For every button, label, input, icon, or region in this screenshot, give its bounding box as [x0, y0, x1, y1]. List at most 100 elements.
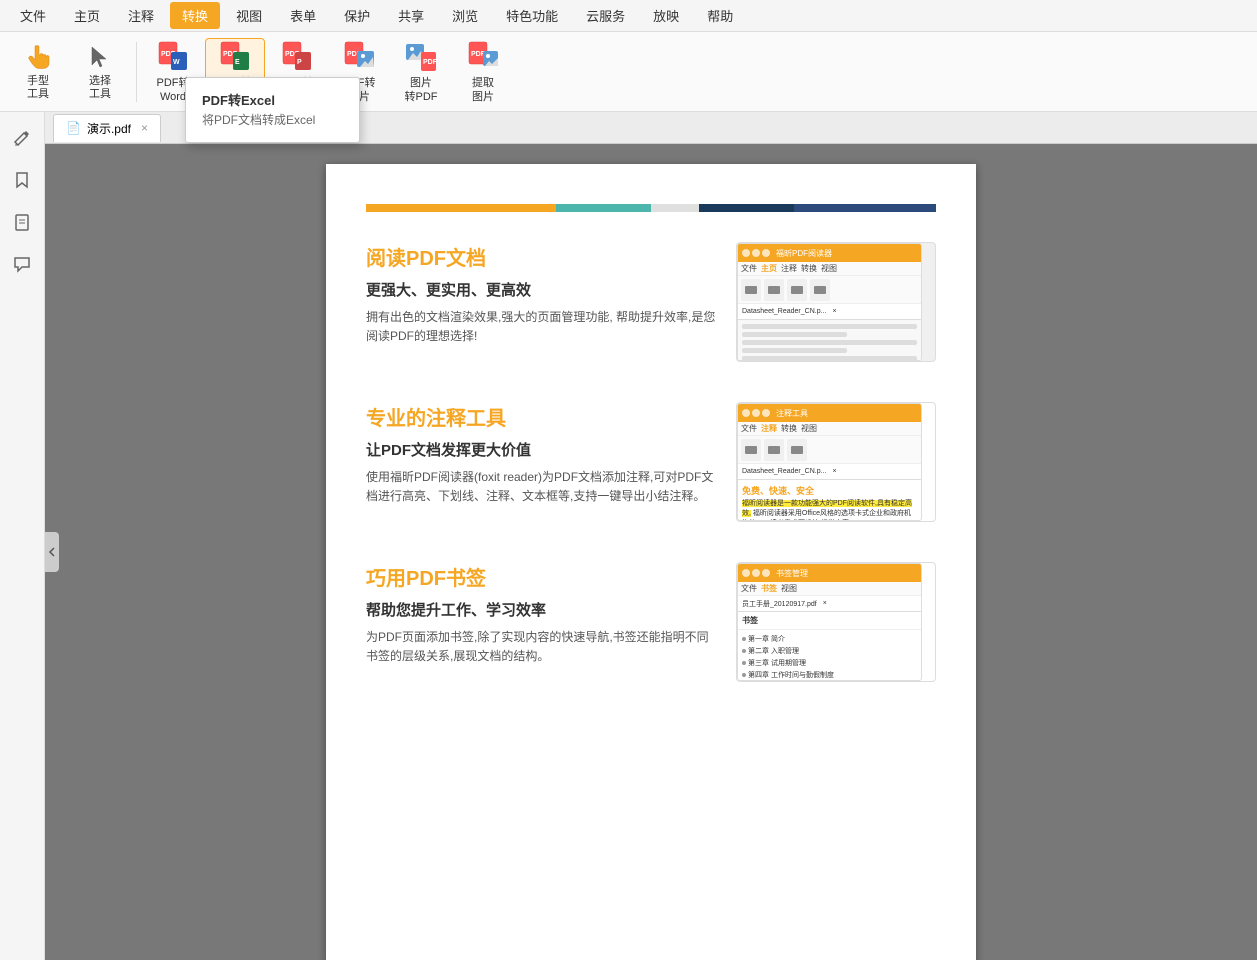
annotate-sidebar-btn[interactable]: [4, 120, 40, 156]
svg-text:→: →: [169, 45, 174, 51]
pdf-color-bar: [366, 204, 936, 212]
menu-home[interactable]: 主页: [62, 2, 112, 29]
menu-convert[interactable]: 转换: [170, 2, 220, 29]
pdf-annot-subtitle: 让PDF文档发挥更大价值: [366, 439, 716, 460]
select-tool-button[interactable]: 选择工具: [70, 38, 130, 106]
menu-annotate[interactable]: 注释: [116, 2, 166, 29]
pdf-page: 阅读PDF文档 更强大、更实用、更高效 拥有出色的文档渲染效果,强大的页面管理功…: [326, 164, 976, 960]
pdf-section-read: 阅读PDF文档 更强大、更实用、更高效 拥有出色的文档渲染效果,强大的页面管理功…: [366, 242, 936, 362]
menu-slideshow[interactable]: 放映: [641, 2, 691, 29]
pdf-bookmark-subtitle: 帮助您提升工作、学习效率: [366, 599, 716, 620]
svg-text:→: →: [417, 43, 422, 49]
color-seg-gray: [651, 204, 699, 212]
menu-cloud[interactable]: 云服务: [574, 2, 637, 29]
pdf-section-bookmark: 巧用PDF书签 帮助您提升工作、学习效率 为PDF页面添加书签,除了实现内容的快…: [366, 562, 936, 682]
file-tab[interactable]: 📄 演示.pdf ×: [53, 114, 161, 142]
mini-titlebar-2: 注释工具: [738, 404, 921, 422]
file-tab-close[interactable]: ×: [141, 121, 148, 135]
bookmark-sidebar-btn[interactable]: [4, 162, 40, 198]
content-area: 📄 演示.pdf ×: [45, 112, 1257, 960]
mini-app-bookmark: 书签管理 文件书签视图 员工手册_20120917.pdf× 书签 第一章 简介: [737, 563, 922, 681]
pdf-section-read-text: 阅读PDF文档 更强大、更实用、更高效 拥有出色的文档渲染效果,强大的页面管理功…: [366, 242, 716, 346]
mini-filetab-2: Datasheet_Reader_CN.p...×: [738, 464, 921, 480]
file-tab-name: 演示.pdf: [87, 120, 131, 137]
color-seg-teal: [556, 204, 651, 212]
img-to-pdf-icon: PDF →: [403, 39, 439, 75]
menu-file[interactable]: 文件: [8, 2, 58, 29]
mini-menubar-2: 文件注释转换视图: [738, 422, 921, 436]
mini-annot-content: 免费、快速、安全 福昕阅读器是一款功能强大的PDF阅读软件,具有稳定高效, 福昕…: [738, 480, 921, 521]
toolbar: 手型工具 选择工具 PDF W → PDF转Word PDF: [0, 32, 1257, 112]
pdf-read-title: 阅读PDF文档: [366, 242, 716, 271]
pdf-mini-app-1: 福昕PDF阅读器 文件主页注释转换视图: [736, 242, 936, 362]
mini-filetab-1: Datasheet_Reader_CN.p...×: [738, 304, 921, 320]
tooltip-description: 将PDF文档转成Excel: [186, 111, 359, 134]
pdf-bookmark-body: 为PDF页面添加书签,除了实现内容的快速导航,书签还能指明不同书签的层级关系,展…: [366, 628, 716, 666]
pdf-section-annot-text: 专业的注释工具 让PDF文档发挥更大价值 使用福昕PDF阅读器(foxit re…: [366, 402, 716, 506]
menu-features[interactable]: 特色功能: [494, 2, 570, 29]
comment-sidebar-btn[interactable]: [4, 246, 40, 282]
mini-app-reader: 福昕PDF阅读器 文件主页注释转换视图: [737, 243, 922, 361]
img-to-pdf-button[interactable]: PDF → 图片转PDF: [391, 38, 451, 106]
file-tab-icon: 📄: [66, 121, 81, 135]
pdf-read-subtitle: 更强大、更实用、更高效: [366, 279, 716, 300]
mini-content-1: [738, 320, 921, 361]
svg-text:PDF: PDF: [423, 59, 438, 66]
mini-toolbar-2: [738, 436, 921, 464]
menubar: 文件 主页 注释 转换 视图 表单 保护 共享 浏览 特色功能 云服务 放映 帮…: [0, 0, 1257, 32]
tooltip-title: PDF转Excel: [186, 86, 359, 111]
menu-browse[interactable]: 浏览: [440, 2, 490, 29]
color-seg-dark-blue: [699, 204, 794, 212]
pdf-excel-tooltip: PDF转Excel 将PDF文档转成Excel: [185, 77, 360, 143]
hand-tool-button[interactable]: 手型工具: [8, 38, 68, 106]
svg-text:→: →: [231, 45, 236, 51]
pdf-ppt-icon: PDF P →: [279, 39, 315, 75]
select-icon: [82, 42, 118, 74]
menu-form[interactable]: 表单: [278, 2, 328, 29]
mini-menubar-1: 文件主页注释转换视图: [738, 262, 921, 276]
menu-view[interactable]: 视图: [224, 2, 274, 29]
mini-filetab-3: 员工手册_20120917.pdf×: [738, 596, 921, 612]
hand-tool-label: 手型工具: [27, 75, 49, 101]
img-to-pdf-label: 图片转PDF: [405, 77, 438, 103]
pages-sidebar-btn[interactable]: [4, 204, 40, 240]
pdf-img-icon: PDF →: [341, 39, 377, 75]
main-layout: 📄 演示.pdf ×: [0, 112, 1257, 960]
collapse-panel-button[interactable]: [45, 532, 59, 572]
menu-help[interactable]: 帮助: [695, 2, 745, 29]
select-tool-label: 选择工具: [89, 75, 111, 101]
color-seg-orange: [366, 204, 556, 212]
mini-annot-title: 免费、快速、安全: [742, 484, 917, 497]
menu-share[interactable]: 共享: [386, 2, 436, 29]
mini-toolbar-1: [738, 276, 921, 304]
extract-img-label: 提取图片: [472, 77, 494, 103]
pdf-annot-title: 专业的注释工具: [366, 402, 716, 431]
pdf-section-annot: 专业的注释工具 让PDF文档发挥更大价值 使用福昕PDF阅读器(foxit re…: [366, 402, 936, 522]
pdf-excel-icon: PDF E →: [217, 39, 253, 75]
pdf-read-body: 拥有出色的文档渲染效果,强大的页面管理功能, 帮助提升效率,是您阅读PDF的理想…: [366, 308, 716, 346]
mini-titlebar-3: 书签管理: [738, 564, 921, 582]
mini-menubar-3: 文件书签视图: [738, 582, 921, 596]
svg-text:P: P: [297, 59, 302, 66]
color-seg-navy: [794, 204, 937, 212]
mini-app-annot: 注释工具 文件注释转换视图 Datasheet_Rea: [737, 403, 922, 521]
svg-text:→: →: [355, 45, 360, 51]
pdf-section-bookmark-text: 巧用PDF书签 帮助您提升工作、学习效率 为PDF页面添加书签,除了实现内容的快…: [366, 562, 716, 666]
toolbar-separator-1: [136, 42, 137, 102]
left-sidebar: [0, 112, 45, 960]
mini-titlebar-1: 福昕PDF阅读器: [738, 244, 921, 262]
pdf-area: 阅读PDF文档 更强大、更实用、更高效 拥有出色的文档渲染效果,强大的页面管理功…: [45, 144, 1257, 960]
svg-text:W: W: [173, 59, 180, 66]
hand-icon: [20, 42, 56, 74]
pdf-mini-app-2: 注释工具 文件注释转换视图 Datasheet_Rea: [736, 402, 936, 522]
menu-protect[interactable]: 保护: [332, 2, 382, 29]
svg-text:→: →: [293, 45, 298, 51]
extract-img-button[interactable]: PDF 提取图片: [453, 38, 513, 106]
svg-text:E: E: [235, 59, 240, 66]
mini-annot-text: 福昕阅读器是一款功能强大的PDF阅读软件,具有稳定高效, 福昕阅读器采用Offi…: [742, 499, 917, 521]
mini-bookmark-list: 第一章 简介 第二章 入职管理 第三章 试用期管理 第四章 工作时间与勤假制度 …: [738, 630, 921, 681]
pdf-annot-body: 使用福昕PDF阅读器(foxit reader)为PDF文档添加注释,可对PDF…: [366, 468, 716, 506]
extract-img-icon: PDF: [465, 39, 501, 75]
pdf-bookmark-title: 巧用PDF书签: [366, 562, 716, 591]
pdf-word-icon: PDF W →: [155, 39, 191, 75]
